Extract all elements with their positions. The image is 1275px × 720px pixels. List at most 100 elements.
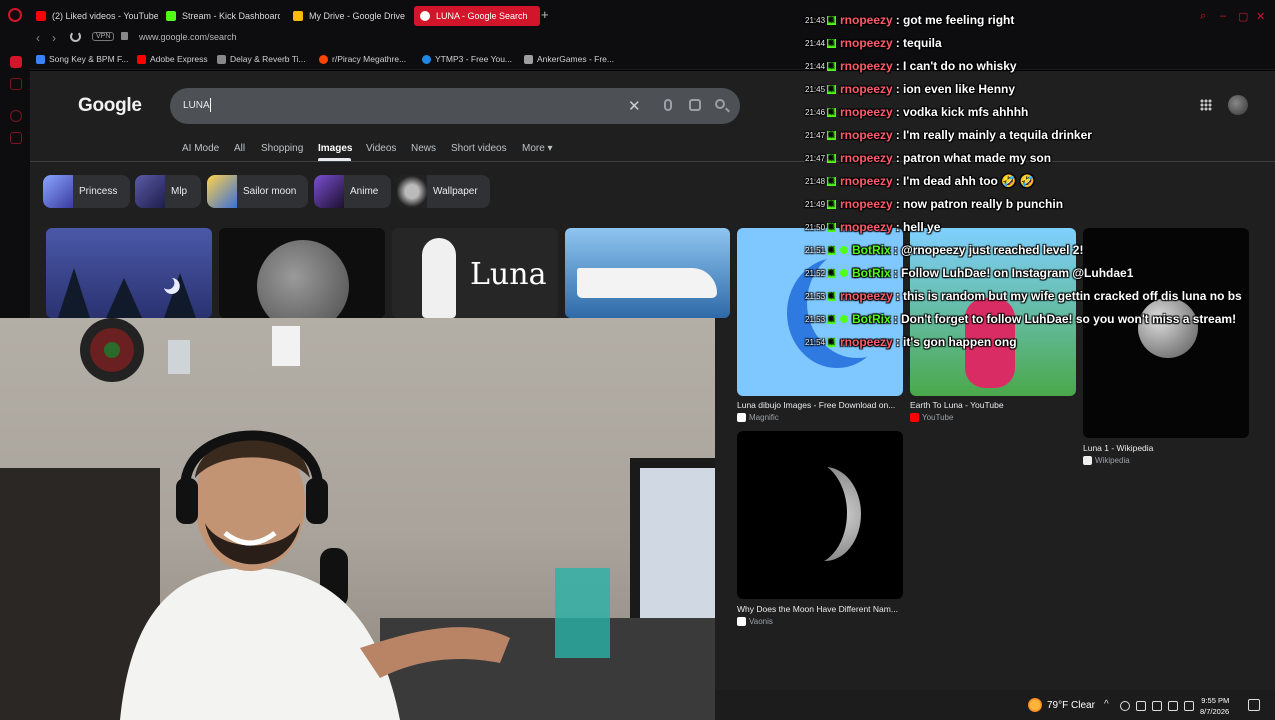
forward-icon[interactable]: › <box>52 31 56 45</box>
kick-badge-icon: K <box>827 245 836 255</box>
tab-short-videos[interactable]: Short videos <box>451 143 507 154</box>
image-result-crescent-moon[interactable] <box>737 431 903 599</box>
search-box[interactable] <box>170 88 740 124</box>
opera-logo-icon[interactable] <box>8 8 22 22</box>
battery-icon[interactable] <box>1184 701 1194 711</box>
tab-images[interactable]: Images <box>318 143 352 154</box>
notification-icon[interactable] <box>1248 699 1260 711</box>
image-result-luna-1-probe[interactable] <box>1083 228 1249 438</box>
chat-username[interactable]: rnopeezy <box>840 197 893 211</box>
bookmark-song-key[interactable]: Song Key & BPM F... <box>36 54 128 64</box>
image-caption[interactable]: Why Does the Moon Have Different Nam... <box>737 604 898 614</box>
messenger-icon[interactable] <box>10 78 22 90</box>
kick-badge-icon: K <box>827 38 836 48</box>
chat-username[interactable]: rnopeezy <box>840 105 893 119</box>
tab-news[interactable]: News <box>411 143 436 154</box>
chat-username[interactable]: rnopeezy <box>840 59 893 73</box>
google-logo[interactable]: Google <box>78 95 142 117</box>
network-icon[interactable] <box>1152 701 1162 711</box>
image-source[interactable]: YouTube <box>910 413 953 422</box>
bot-badge-icon <box>840 246 848 254</box>
maximize-icon[interactable]: ▢ <box>1238 10 1248 23</box>
chat-username[interactable]: rnopeezy <box>840 151 893 165</box>
image-result-forest-moon[interactable] <box>46 228 212 318</box>
image-result-moon[interactable] <box>219 228 385 318</box>
apps-grid-icon[interactable] <box>1200 99 1212 111</box>
chat-username[interactable]: rnopeezy <box>840 335 893 349</box>
bookmark-ytmp3[interactable]: YTMP3 - Free You... <box>422 54 512 64</box>
chat-username[interactable]: rnopeezy <box>840 36 893 50</box>
chat-username[interactable]: BotRix <box>852 312 891 326</box>
chip-label: Sailor moon <box>243 186 297 197</box>
chat-message: 21:50 K rnopeezy : hell ye <box>805 218 940 236</box>
tab-drive[interactable]: My Drive - Google Drive <box>287 6 409 26</box>
weather-widget[interactable]: 79°F Clear <box>1028 698 1095 712</box>
taskbar-clock[interactable]: 9:55 PM 8/7/2026 <box>1200 695 1229 717</box>
tab-kick[interactable]: Stream - Kick Dashboard <box>160 6 280 26</box>
chat-username[interactable]: BotRix <box>852 243 891 257</box>
vpn-badge[interactable]: VPN <box>92 32 115 41</box>
bookmark-ankergames[interactable]: AnkerGames - Fre... <box>524 54 614 64</box>
image-source[interactable]: Magnific <box>737 413 779 422</box>
chat-username[interactable]: rnopeezy <box>840 220 893 234</box>
tab-more[interactable]: More ▾ <box>522 143 553 154</box>
tab-label: LUNA - Google Search <box>436 11 528 21</box>
chip-princess[interactable]: Princess <box>43 175 130 208</box>
chat-text: : patron what made my son <box>895 151 1052 165</box>
image-caption[interactable]: Luna 1 - Wikipedia <box>1083 443 1153 453</box>
loading-spinner-icon[interactable] <box>70 31 81 42</box>
bookmark-adobe-express[interactable]: Adobe Express <box>137 54 208 64</box>
avatar[interactable] <box>1228 95 1248 115</box>
minimize-icon[interactable]: – <box>1220 10 1226 22</box>
chat-text: : I'm really mainly a tequila drinker <box>895 128 1092 142</box>
wallet-icon[interactable] <box>10 132 22 144</box>
chat-username[interactable]: rnopeezy <box>840 289 893 303</box>
tab-ai-mode[interactable]: AI Mode <box>182 143 219 154</box>
image-caption[interactable]: Earth To Luna - YouTube <box>910 400 1004 410</box>
sidebar <box>0 48 30 323</box>
chat-username[interactable]: rnopeezy <box>840 82 893 96</box>
search-tabs-icon[interactable]: ⌕ <box>1200 10 1206 23</box>
chip-sailor-moon[interactable]: Sailor moon <box>207 175 308 208</box>
back-icon[interactable]: ‹ <box>36 31 40 45</box>
chat-timestamp: 21:46 <box>805 107 826 117</box>
tab-all[interactable]: All <box>234 143 245 154</box>
image-result-cruise-ship[interactable] <box>565 228 730 318</box>
bookmark-piracy[interactable]: r/Piracy Megathre... <box>319 54 406 64</box>
chip-wallpaper[interactable]: Wallpaper <box>397 175 490 208</box>
kick-badge-icon: K <box>827 176 836 186</box>
new-tab-button[interactable]: + <box>541 8 549 22</box>
lock-icon[interactable] <box>121 32 128 40</box>
tab-google-search[interactable]: LUNA - Google Search <box>414 6 540 26</box>
chevron-up-icon[interactable]: ^ <box>1104 699 1114 710</box>
lens-icon[interactable] <box>689 99 701 111</box>
chat-username[interactable]: rnopeezy <box>840 174 893 188</box>
history-icon[interactable] <box>10 110 22 122</box>
url-field[interactable]: www.google.com/search <box>139 32 237 42</box>
image-caption[interactable]: Luna dibujo Images - Free Download on... <box>737 400 895 410</box>
chat-username[interactable]: rnopeezy <box>840 13 893 27</box>
keyboard-icon[interactable] <box>1168 701 1178 711</box>
image-source[interactable]: Vaonis <box>737 617 773 626</box>
bookmark-delay-reverb[interactable]: Delay & Reverb Ti... <box>217 54 306 64</box>
source-label: Magnific <box>749 413 779 422</box>
chat-username[interactable]: rnopeezy <box>840 128 893 142</box>
close-window-icon[interactable]: ✕ <box>1256 10 1265 23</box>
home-icon[interactable] <box>10 56 22 68</box>
chip-mlp[interactable]: Mlp <box>135 175 201 208</box>
tab-shopping[interactable]: Shopping <box>261 143 303 154</box>
clear-icon[interactable]: ✕ <box>628 97 641 115</box>
search-icon[interactable] <box>715 99 725 109</box>
speaker-icon[interactable] <box>1136 701 1146 711</box>
tab-youtube[interactable]: (2) Liked videos - YouTube <box>30 6 158 26</box>
chat-username[interactable]: BotRix <box>852 266 891 280</box>
chip-anime[interactable]: Anime <box>314 175 391 208</box>
kick-badge-icon: K <box>827 268 836 278</box>
search-input[interactable]: LUNA <box>183 100 210 111</box>
image-source[interactable]: Wikipedia <box>1083 456 1130 465</box>
microphone-icon[interactable] <box>664 99 672 111</box>
tab-videos[interactable]: Videos <box>366 143 396 154</box>
app-tray-icon[interactable] <box>1120 701 1130 711</box>
chip-thumbnail <box>314 175 344 208</box>
kick-badge-icon: K <box>827 222 836 232</box>
